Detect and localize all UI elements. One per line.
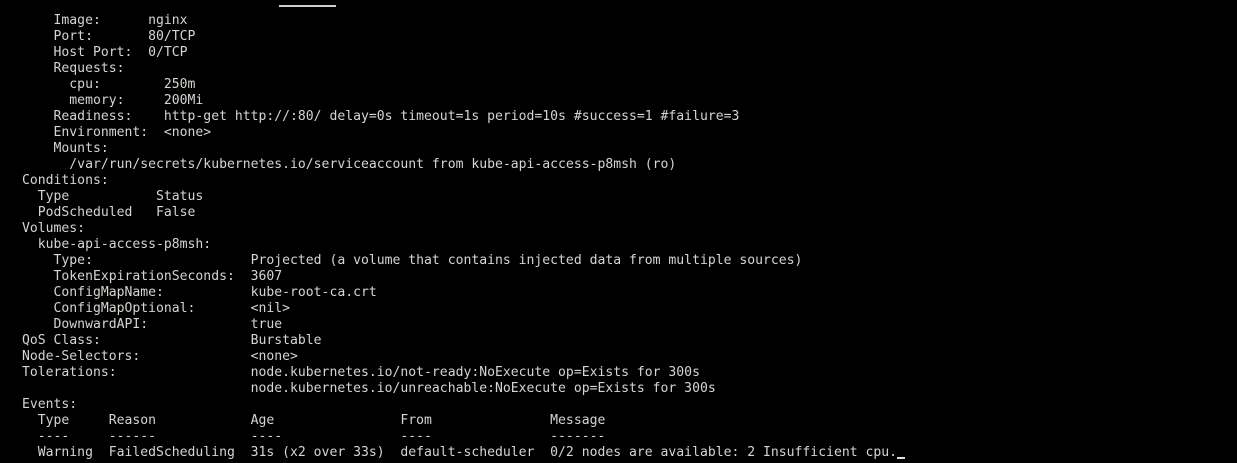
- terminal-line: Host Port: 0/TCP: [22, 45, 188, 60]
- terminal-line: ConfigMapOptional: <nil>: [22, 301, 291, 316]
- terminal-line: Type: Projected (a volume that contains …: [22, 253, 803, 268]
- terminal-line: memory: 200Mi: [22, 93, 204, 108]
- terminal-line: cpu: 250m: [22, 77, 196, 92]
- terminal-line: Environment: <none>: [22, 125, 212, 140]
- terminal-line: DownwardAPI: true: [22, 317, 283, 332]
- terminal-line: Type Reason Age From Message: [22, 413, 606, 428]
- terminal-line-text: Warning FailedScheduling 31s (x2 over 33…: [22, 445, 898, 460]
- terminal-line: kube-api-access-p8msh:: [22, 237, 212, 252]
- terminal-line: Events:: [22, 397, 78, 412]
- terminal-line: Readiness: http-get http://:80/ delay=0s…: [22, 109, 740, 124]
- terminal-line: Requests:: [22, 61, 125, 76]
- terminal-output: Image: nginx Port: 80/TCP Host Port: 0/T…: [22, 13, 906, 461]
- terminal-line: Conditions:: [22, 173, 109, 188]
- terminal-line: Node-Selectors: <none>: [22, 349, 298, 364]
- terminal-line: node.kubernetes.io/unreachable:NoExecute…: [22, 381, 716, 396]
- terminal-line: /var/run/secrets/kubernetes.io/serviceac…: [22, 157, 677, 172]
- terminal-line-last: Warning FailedScheduling 31s (x2 over 33…: [22, 445, 906, 461]
- terminal-line: PodScheduled False: [22, 205, 196, 220]
- terminal-line: Image: nginx: [22, 13, 188, 28]
- terminal-line: ---- ------ ---- ---- -------: [22, 429, 606, 444]
- terminal-line: Type Status: [22, 189, 204, 204]
- terminal-line: Tolerations: node.kubernetes.io/not-read…: [22, 365, 700, 380]
- terminal-line: Mounts:: [22, 141, 109, 156]
- tab-indicator: [279, 5, 336, 7]
- terminal-line: Port: 80/TCP: [22, 29, 196, 44]
- terminal-line: TokenExpirationSeconds: 3607: [22, 269, 283, 284]
- terminal-line: QoS Class: Burstable: [22, 333, 322, 348]
- terminal-line: ConfigMapName: kube-root-ca.crt: [22, 285, 377, 300]
- text-cursor: [897, 457, 906, 459]
- terminal-window[interactable]: Image: nginx Port: 80/TCP Host Port: 0/T…: [0, 0, 1237, 463]
- terminal-line: Volumes:: [22, 221, 86, 236]
